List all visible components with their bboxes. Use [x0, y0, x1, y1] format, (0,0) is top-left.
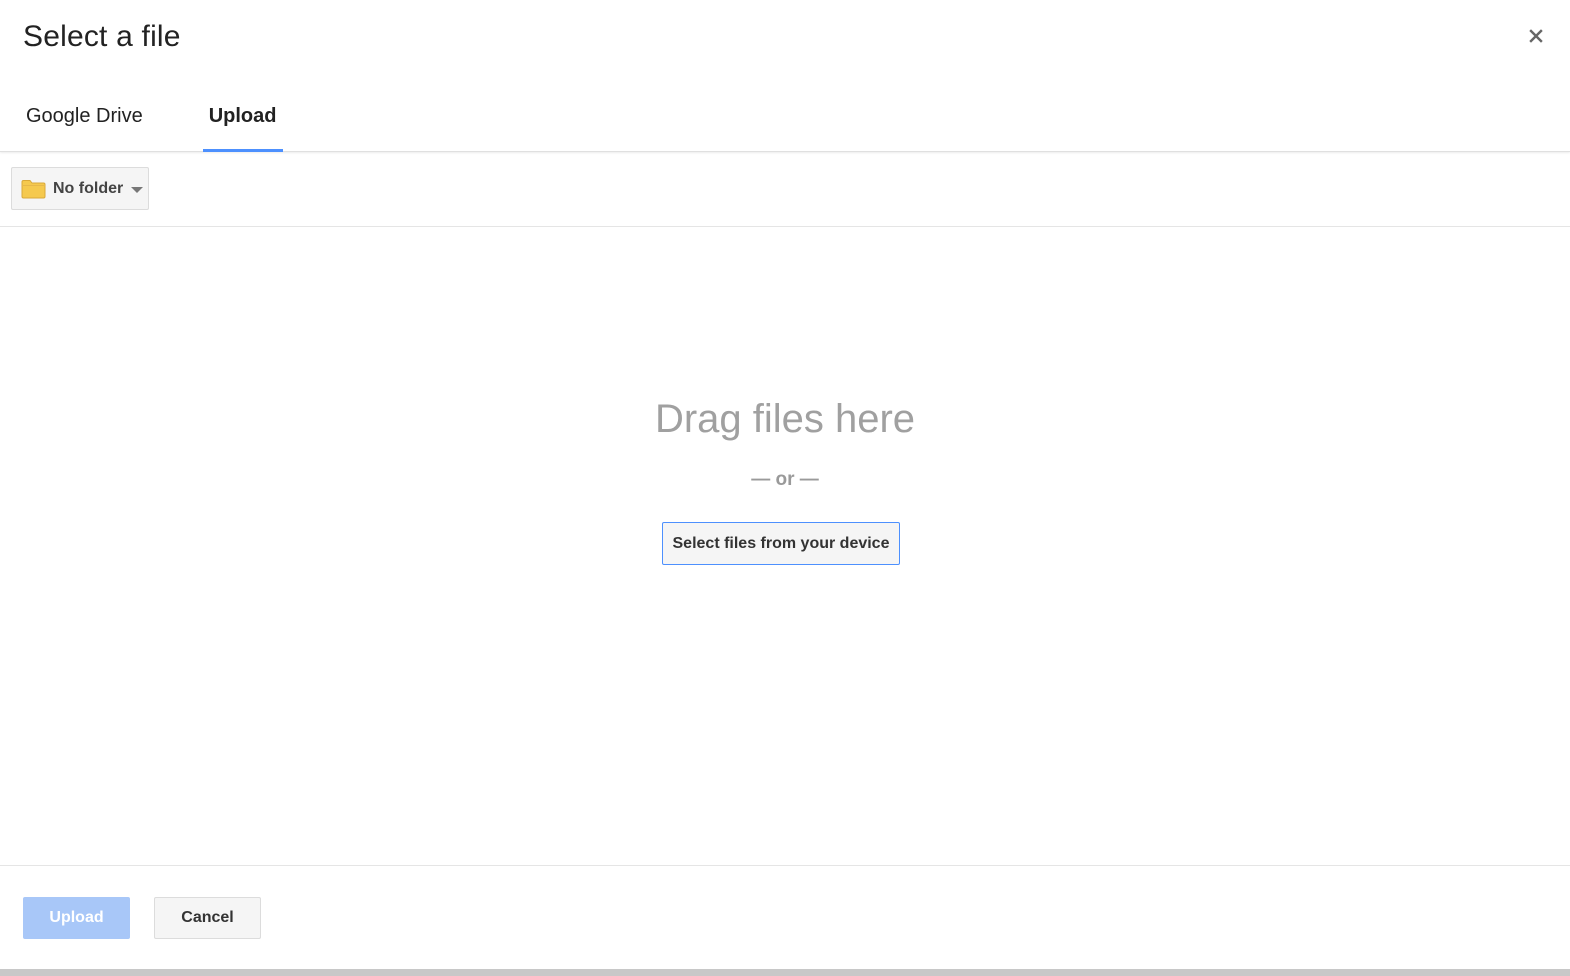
folder-dropdown-button[interactable]: No folder [11, 167, 149, 210]
close-icon [1529, 29, 1543, 43]
close-button[interactable] [1522, 22, 1550, 50]
or-separator: — or — [751, 469, 819, 490]
drag-files-text: Drag files here [654, 397, 916, 441]
file-picker-dialog: Select a file Google Drive Upload No fol… [0, 0, 1570, 976]
dialog-footer: Upload Cancel [0, 865, 1570, 969]
upload-toolbar: No folder [0, 152, 1570, 227]
chevron-down-icon [131, 186, 144, 193]
upload-button[interactable]: Upload [23, 897, 130, 939]
folder-icon [21, 179, 46, 198]
tab-google-drive[interactable]: Google Drive [26, 80, 143, 152]
folder-dropdown-label: No folder [53, 179, 124, 197]
cancel-button[interactable]: Cancel [154, 897, 261, 939]
dialog-header: Select a file Google Drive Upload [0, 0, 1570, 152]
dialog-title: Select a file [23, 20, 181, 53]
select-files-button[interactable]: Select files from your device [662, 522, 900, 565]
dialog-bottom-edge [0, 969, 1570, 976]
drop-zone[interactable]: Drag files here — or — Select files from… [0, 227, 1570, 865]
tab-bar: Google Drive Upload [0, 80, 283, 152]
tab-upload[interactable]: Upload [202, 80, 283, 152]
